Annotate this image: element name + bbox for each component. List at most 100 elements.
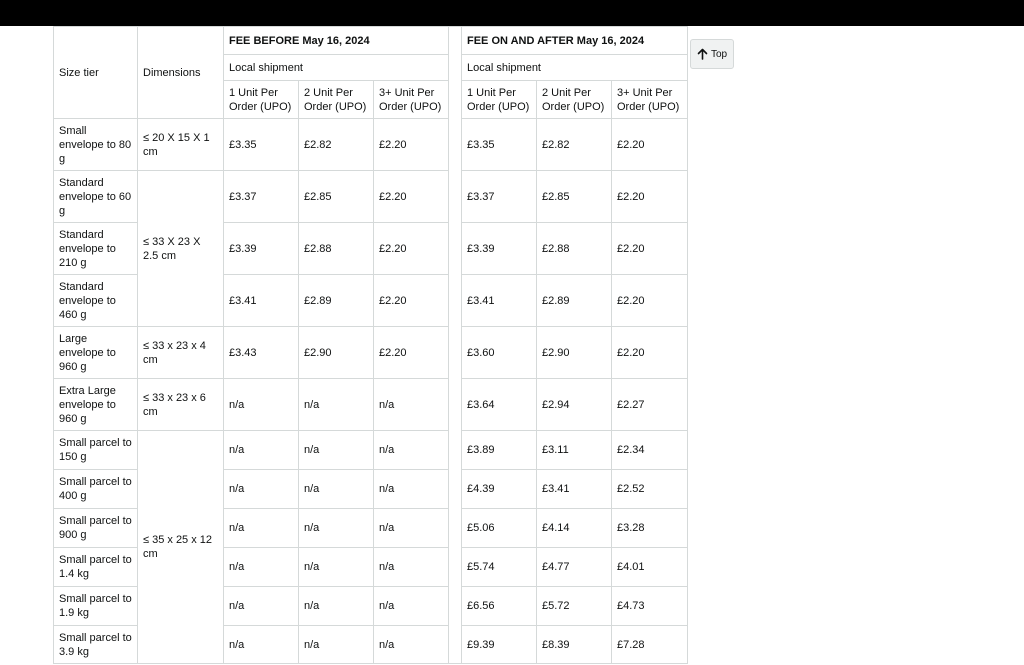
fee-before-3upo: n/a (373, 586, 449, 626)
fee-after-2upo: £2.82 (536, 118, 612, 171)
fee-before-2upo: n/a (298, 508, 374, 548)
fee-after-3upo: £2.20 (611, 118, 688, 171)
size-tier-cell: Small parcel to 150 g (53, 430, 138, 470)
header-local-shipment-before: Local shipment (223, 54, 449, 81)
size-tier-cell: Small parcel to 900 g (53, 508, 138, 548)
fee-after-1upo: £4.39 (461, 469, 537, 509)
fee-before-2upo: n/a (298, 378, 374, 431)
fee-before-1upo: n/a (223, 469, 299, 509)
fee-before-3upo: n/a (373, 430, 449, 470)
dimensions-cell: ≤ 35 x 25 x 12 cm (137, 430, 224, 664)
fee-before-2upo: £2.90 (298, 326, 374, 379)
fee-after-1upo: £3.41 (461, 274, 537, 327)
header-dimensions: Dimensions (137, 26, 224, 119)
size-tier-cell: Small parcel to 3.9 kg (53, 625, 138, 664)
back-to-top-button[interactable]: Top (690, 39, 734, 69)
dimensions-cell: ≤ 20 X 15 X 1 cm (137, 118, 224, 171)
fee-after-2upo: £4.14 (536, 508, 612, 548)
header-size-tier: Size tier (53, 26, 138, 119)
fee-after-1upo: £5.06 (461, 508, 537, 548)
fee-after-1upo: £5.74 (461, 547, 537, 587)
fee-before-2upo: £2.82 (298, 118, 374, 171)
table-row: Large envelope to 960 g ≤ 33 x 23 x 4 cm… (53, 326, 688, 379)
size-tier-cell: Small parcel to 400 g (53, 469, 138, 509)
fee-before-2upo: n/a (298, 430, 374, 470)
fee-before-1upo: £3.35 (223, 118, 299, 171)
top-black-bar (0, 0, 1024, 26)
table-row: Small envelope to 80 g ≤ 20 X 15 X 1 cm … (53, 118, 688, 171)
fee-after-2upo: £4.77 (536, 547, 612, 587)
dimensions-cell: ≤ 33 x 23 x 4 cm (137, 326, 224, 379)
fee-after-3upo: £2.34 (611, 430, 688, 470)
header-upo-after-1: 1 Unit Per Order (UPO) (461, 80, 537, 119)
arrow-up-icon (697, 48, 708, 60)
fee-after-2upo: £5.72 (536, 586, 612, 626)
fee-after-1upo: £3.89 (461, 430, 537, 470)
size-tier-cell: Small parcel to 1.4 kg (53, 547, 138, 587)
fee-before-2upo: n/a (298, 625, 374, 664)
fee-after-3upo: £4.01 (611, 547, 688, 587)
fee-after-1upo: £3.37 (461, 170, 537, 223)
fee-before-3upo: £2.20 (373, 274, 449, 327)
fee-after-2upo: £2.89 (536, 274, 612, 327)
fee-after-2upo: £2.94 (536, 378, 612, 431)
header-upo-after-2: 2 Unit Per Order (UPO) (536, 80, 612, 119)
size-tier-cell: Extra Large envelope to 960 g (53, 378, 138, 431)
fee-before-3upo: £2.20 (373, 170, 449, 223)
fee-before-3upo: n/a (373, 508, 449, 548)
fee-before-1upo: n/a (223, 430, 299, 470)
dimensions-cell: ≤ 33 X 23 X 2.5 cm (137, 170, 224, 327)
fee-after-3upo: £2.20 (611, 274, 688, 327)
fee-after-2upo: £3.41 (536, 469, 612, 509)
fee-before-2upo: £2.89 (298, 274, 374, 327)
header-fee-before: FEE BEFORE May 16, 2024 (223, 26, 449, 55)
header-local-shipment-after: Local shipment (461, 54, 688, 81)
fee-before-3upo: £2.20 (373, 118, 449, 171)
fee-before-1upo: £3.39 (223, 222, 299, 275)
fee-before-1upo: n/a (223, 378, 299, 431)
fee-before-1upo: n/a (223, 625, 299, 664)
fee-before-1upo: £3.41 (223, 274, 299, 327)
fee-before-1upo: n/a (223, 508, 299, 548)
fee-after-3upo: £2.20 (611, 222, 688, 275)
fee-table: Size tier Dimensions FEE BEFORE May 16, … (53, 26, 688, 664)
header-upo-before-1: 1 Unit Per Order (UPO) (223, 80, 299, 119)
fee-after-2upo: £8.39 (536, 625, 612, 664)
fee-before-2upo: n/a (298, 586, 374, 626)
fee-after-1upo: £3.60 (461, 326, 537, 379)
fee-after-3upo: £2.27 (611, 378, 688, 431)
fee-after-1upo: £3.64 (461, 378, 537, 431)
dimensions-cell: ≤ 33 x 23 x 6 cm (137, 378, 224, 431)
header-upo-before-3: 3+ Unit Per Order (UPO) (373, 80, 449, 119)
fee-after-3upo: £3.28 (611, 508, 688, 548)
fee-before-2upo: £2.88 (298, 222, 374, 275)
size-tier-cell: Small parcel to 1.9 kg (53, 586, 138, 626)
column-divider (448, 26, 462, 664)
fee-before-3upo: n/a (373, 469, 449, 509)
fee-before-3upo: n/a (373, 547, 449, 587)
fee-after-1upo: £9.39 (461, 625, 537, 664)
header-upo-before-2: 2 Unit Per Order (UPO) (298, 80, 374, 119)
fee-after-2upo: £3.11 (536, 430, 612, 470)
fee-after-1upo: £3.39 (461, 222, 537, 275)
size-tier-cell: Standard envelope to 60 g (53, 170, 138, 223)
size-tier-cell: Standard envelope to 210 g (53, 222, 138, 275)
fee-after-3upo: £2.20 (611, 170, 688, 223)
header-upo-after-3: 3+ Unit Per Order (UPO) (611, 80, 688, 119)
fee-after-1upo: £3.35 (461, 118, 537, 171)
fee-before-3upo: n/a (373, 378, 449, 431)
fee-before-3upo: £2.20 (373, 222, 449, 275)
fee-after-3upo: £7.28 (611, 625, 688, 664)
fee-before-2upo: £2.85 (298, 170, 374, 223)
fee-after-2upo: £2.88 (536, 222, 612, 275)
size-tier-cell: Small envelope to 80 g (53, 118, 138, 171)
fee-after-2upo: £2.85 (536, 170, 612, 223)
back-to-top-label: Top (710, 48, 728, 60)
table-row: Extra Large envelope to 960 g ≤ 33 x 23 … (53, 378, 688, 431)
size-tier-cell: Large envelope to 960 g (53, 326, 138, 379)
fee-after-1upo: £6.56 (461, 586, 537, 626)
fee-before-3upo: £2.20 (373, 326, 449, 379)
table-row: Small parcel to 150 g ≤ 35 x 25 x 12 cm … (53, 430, 688, 664)
fee-before-2upo: n/a (298, 469, 374, 509)
header-fee-after: FEE ON AND AFTER May 16, 2024 (461, 26, 688, 55)
